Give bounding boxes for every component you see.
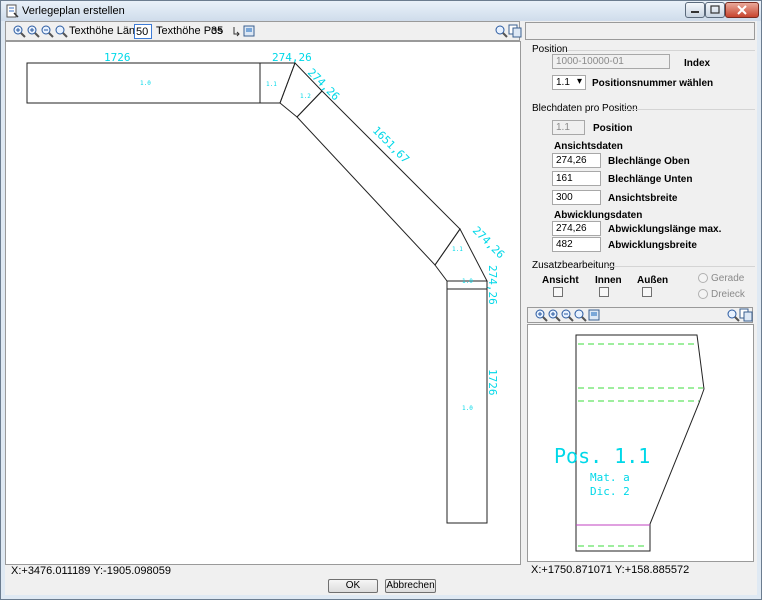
blechlaenge-unten-field[interactable]: 161 (552, 171, 601, 186)
abwicklungsbreite-field[interactable]: 482 (552, 237, 601, 252)
texthoehe-laenge-input[interactable] (134, 24, 152, 39)
close-button[interactable] (725, 2, 759, 18)
copy-icon[interactable] (508, 24, 522, 38)
zusatz-section-title: Zusatzbearbeitung (532, 260, 615, 271)
chevron-down-icon: ▾ (576, 76, 582, 87)
gerade-radio[interactable] (698, 273, 708, 283)
position-label: Position (593, 123, 633, 134)
cancel-button[interactable]: Abbrechen (385, 579, 436, 593)
index-label: Index (684, 58, 711, 69)
title-bar: Verlegeplan erstellen (1, 1, 761, 21)
dreieck-radio[interactable] (698, 289, 708, 299)
export-image-icon[interactable] (242, 24, 256, 38)
position-number-value: 1.1 (556, 77, 570, 88)
dim-label: 274,26 (272, 51, 312, 64)
ansicht-label: Ansicht (542, 275, 579, 286)
search-icon[interactable] (726, 308, 740, 322)
ok-button[interactable]: OK (328, 579, 378, 593)
abwicklungslaenge-field[interactable]: 274,26 (552, 221, 601, 236)
position-label: 1.0 (462, 278, 473, 285)
preview-svg[interactable]: Pos. 1.1 Mat. a Dic. 2 (528, 325, 753, 561)
app-icon (6, 4, 19, 18)
abwicklungsbreite-label: Abwicklungsbreite (608, 240, 697, 251)
search-icon[interactable] (494, 24, 508, 38)
divider (607, 266, 755, 267)
dim-label: 274,26 (486, 265, 499, 305)
innen-label: Innen (595, 275, 622, 286)
main-window: Verlegeplan erstellen Texthöhe Länge Tex… (0, 0, 762, 600)
dreieck-label: Dreieck (711, 289, 745, 300)
blechlaenge-oben-field[interactable]: 274,26 (552, 153, 601, 168)
position-label: 1.2 (300, 93, 311, 100)
preview-canvas[interactable]: Pos. 1.1 Mat. a Dic. 2 (527, 324, 754, 562)
zoom-extents-icon[interactable] (54, 24, 68, 38)
divider (567, 50, 755, 51)
ansichtsbreite-label: Ansichtsbreite (608, 193, 678, 204)
position-label: 1.0 (140, 80, 151, 87)
gerade-label: Gerade (711, 273, 745, 284)
aussen-label: Außen (637, 275, 669, 286)
drawing-svg[interactable]: 1726 274,26 274,26 1651,67 274,26 274,26… (6, 42, 520, 564)
sheet-outline (575, 334, 705, 552)
position-number-label: Positionsnummer wählen (592, 78, 714, 89)
zoom-out-icon[interactable] (40, 24, 54, 38)
zoom-out-icon[interactable] (560, 308, 574, 322)
maximize-icon (710, 5, 720, 14)
dim-label: 1726 (104, 51, 131, 64)
abwicklungslaenge-label: Abwicklungslänge max. (608, 224, 722, 235)
preview-material-text: Mat. a (590, 471, 630, 484)
zoom-window-icon[interactable] (26, 24, 40, 38)
texthoehe-pos-value[interactable]: 35 (211, 25, 223, 37)
minimize-icon (691, 11, 699, 13)
position-label: 1.1 (452, 246, 463, 253)
zoom-in-icon[interactable] (12, 24, 26, 38)
index-field: 1000-10000-01 (552, 54, 670, 69)
segment-4 (296, 90, 461, 266)
zoom-window-icon[interactable] (547, 308, 561, 322)
dim-label: 1726 (486, 369, 499, 396)
maximize-button[interactable] (705, 2, 725, 18)
zoom-extents-icon[interactable] (573, 308, 587, 322)
preview-coordinates: X:+1750.871071 Y:+158.885572 (531, 564, 690, 576)
ansicht-checkbox[interactable] (553, 287, 563, 297)
preview-thickness-text: Dic. 2 (590, 485, 630, 498)
right-top-bar (525, 22, 755, 40)
ansichtsdaten-title: Ansichtsdaten (554, 141, 623, 152)
drawing-canvas[interactable]: 1726 274,26 274,26 1651,67 274,26 274,26… (5, 41, 521, 565)
position-label: 1.0 (462, 405, 473, 412)
window-title: Verlegeplan erstellen (22, 5, 125, 17)
position-number-select[interactable]: 1.1 ▾ (552, 75, 586, 90)
close-icon (737, 5, 747, 15)
abwicklungsdaten-title: Abwicklungsdaten (554, 210, 643, 221)
innen-checkbox[interactable] (599, 287, 609, 297)
preview-position-text: Pos. 1.1 (554, 444, 650, 468)
dim-label: 274,26 (470, 224, 507, 261)
position-field: 1.1 (552, 120, 585, 135)
arrow-icon[interactable] (229, 24, 243, 38)
preview-toolbar (527, 307, 753, 323)
blechlaenge-unten-label: Blechlänge Unten (608, 174, 693, 185)
drawing-toolbar: Texthöhe Länge Texthöhe Pos 35 (5, 21, 522, 41)
blech-section-title: Blechdaten pro Position (532, 103, 638, 114)
zoom-in-icon[interactable] (534, 308, 548, 322)
export-image-icon[interactable] (587, 308, 601, 322)
position-label: 1.1 (266, 81, 277, 88)
copy-icon[interactable] (739, 308, 753, 322)
main-coordinates: X:+3476.011189 Y:-1905.098059 (11, 565, 171, 577)
aussen-checkbox[interactable] (642, 287, 652, 297)
divider (623, 109, 755, 110)
minimize-button[interactable] (685, 2, 705, 18)
ansichtsbreite-field[interactable]: 300 (552, 190, 601, 205)
blechlaenge-oben-label: Blechlänge Oben (608, 156, 690, 167)
